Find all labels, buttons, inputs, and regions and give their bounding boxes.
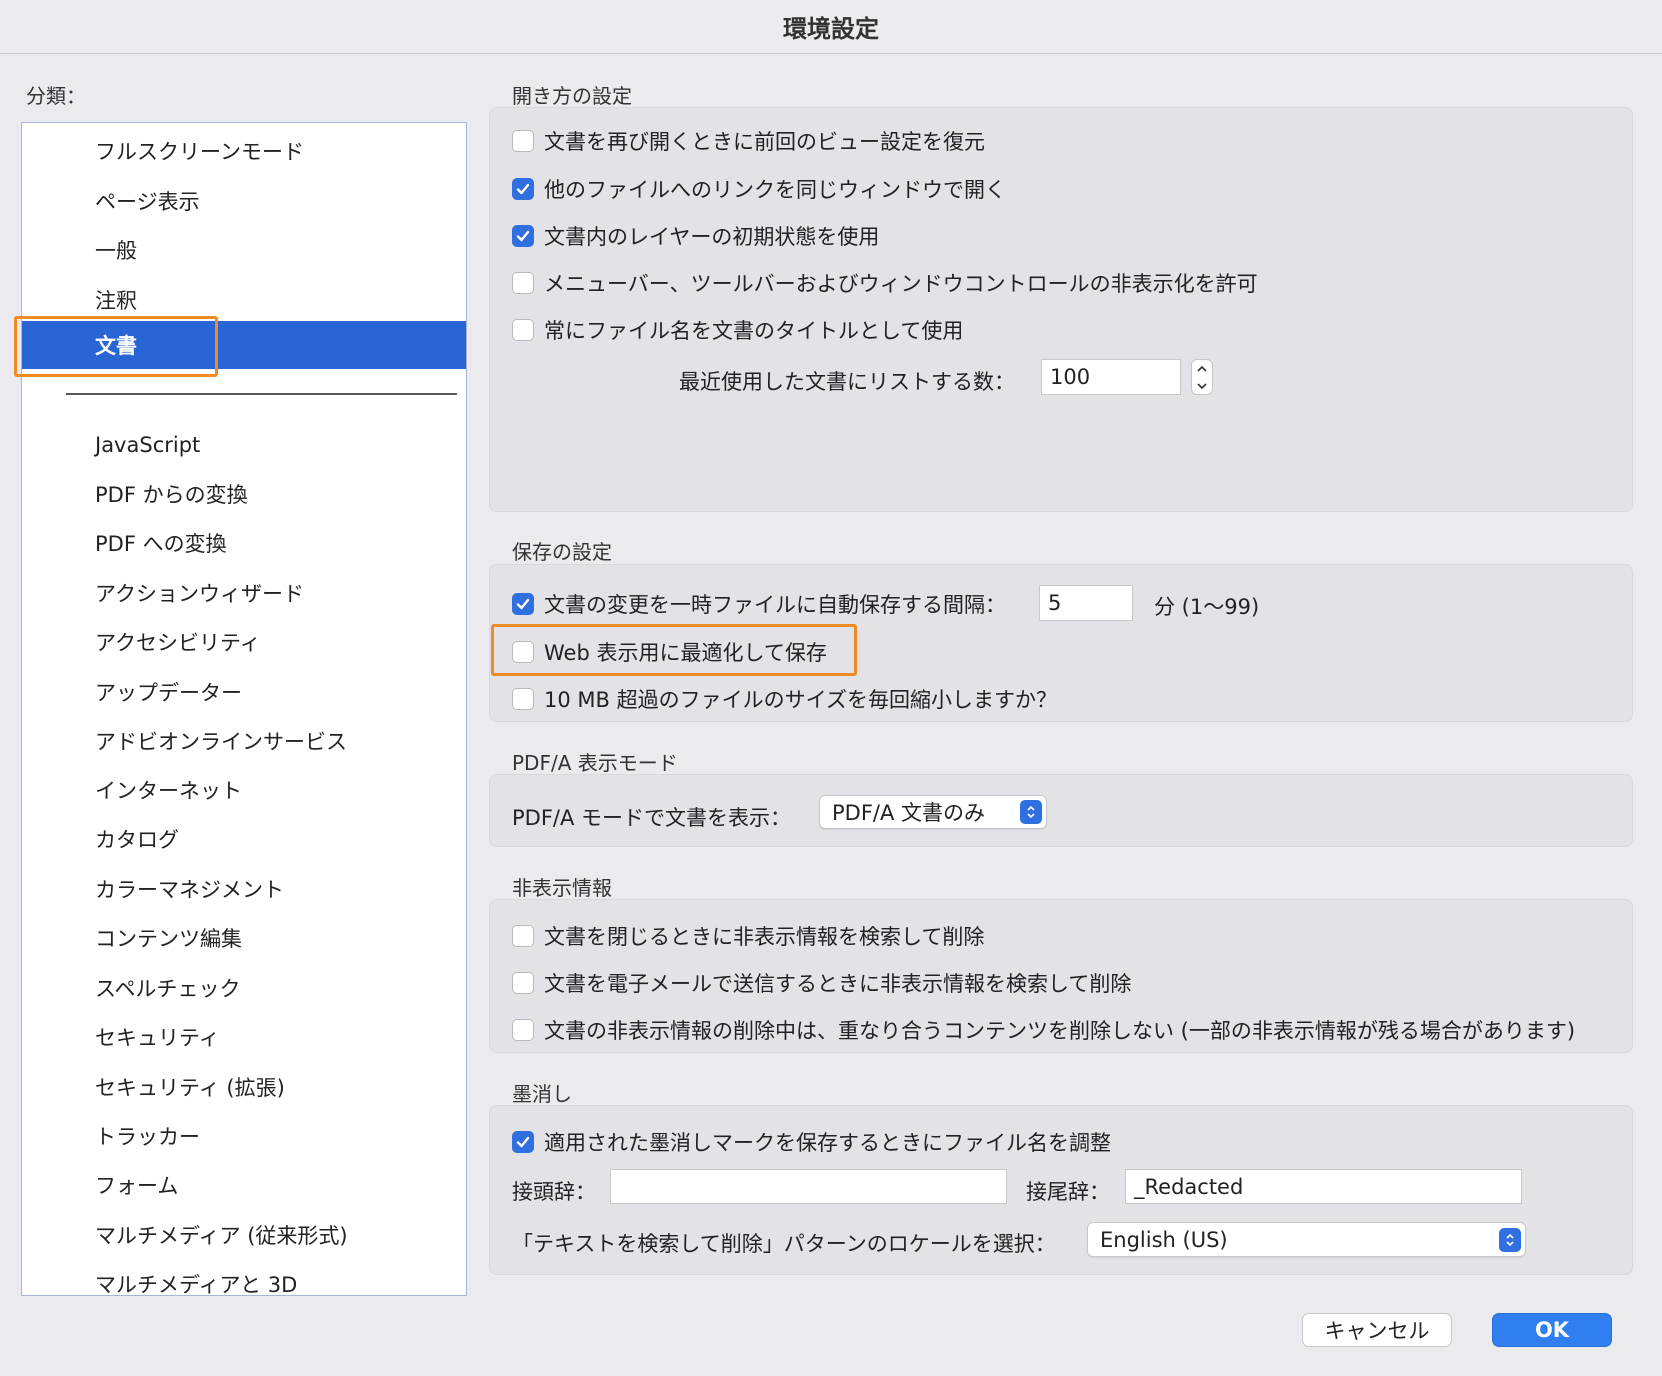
cancel-button[interactable]: キャンセル: [1302, 1313, 1452, 1347]
remove-on-close-label: 文書を閉じるときに非表示情報を検索して削除: [544, 925, 985, 949]
option-layer-initial-state[interactable]: 文書内のレイヤーの初期状態を使用: [512, 221, 879, 251]
hidden-info-title: 非表示情報: [512, 876, 612, 900]
sidebar-item-internet[interactable]: インターネット: [22, 766, 466, 814]
pdfa-mode-value: PDF/A 文書のみ: [832, 801, 986, 825]
adjust-filename-checkbox[interactable]: [512, 1131, 534, 1153]
stepper-down-icon[interactable]: [1196, 379, 1208, 393]
open-links-label: 他のファイルへのリンクを同じウィンドウで開く: [544, 178, 1006, 202]
adjust-filename-label: 適用された墨消しマークを保存するときにファイル名を調整: [544, 1131, 1111, 1155]
prefix-label: 接頭辞：: [512, 1180, 596, 1204]
sidebar-item-page-display[interactable]: ページ表示: [22, 177, 466, 225]
restore-view-label: 文書を再び開くときに前回のビュー設定を復元: [544, 130, 985, 154]
sidebar-separator: [66, 393, 457, 395]
sidebar-item-comments[interactable]: 注釈: [22, 276, 466, 324]
select-arrows-icon: [1020, 800, 1042, 824]
sidebar-item-spelling[interactable]: スペルチェック: [22, 964, 466, 1012]
hide-menubar-checkbox[interactable]: [512, 272, 534, 294]
sidebar-item-catalog[interactable]: カタログ: [22, 815, 466, 863]
window-title: 環境設定: [783, 15, 879, 43]
sidebar-item-multimedia-3d[interactable]: マルチメディアと 3D: [22, 1260, 466, 1295]
filename-title-checkbox[interactable]: [512, 319, 534, 341]
sidebar-item-documents[interactable]: 文書: [22, 321, 466, 369]
recent-docs-stepper[interactable]: [1191, 359, 1213, 395]
sidebar-item-color-management[interactable]: カラーマネジメント: [22, 865, 466, 913]
layer-state-label: 文書内のレイヤーの初期状態を使用: [544, 225, 880, 249]
locale-select-arrows-icon: [1499, 1227, 1521, 1252]
option-adjust-filename[interactable]: 適用された墨消しマークを保存するときにファイル名を調整: [512, 1127, 1111, 1157]
option-open-links-same-window[interactable]: 他のファイルへのリンクを同じウィンドウで開く: [512, 174, 1006, 204]
locale-label: 「テキストを検索して削除」パターンのロケールを選択：: [512, 1232, 1056, 1256]
remove-on-email-checkbox[interactable]: [512, 972, 534, 994]
option-restore-view[interactable]: 文書を再び開くときに前回のビュー設定を復元: [512, 126, 985, 156]
sidebar-item-convert-to-pdf[interactable]: PDF への変換: [22, 519, 466, 567]
web-optimize-checkbox[interactable]: [512, 641, 534, 663]
suffix-field[interactable]: _Redacted: [1125, 1169, 1522, 1204]
pdfa-mode-select[interactable]: PDF/A 文書のみ: [819, 795, 1047, 829]
locale-value: English (US): [1100, 1227, 1228, 1252]
option-remove-hidden-on-email[interactable]: 文書を電子メールで送信するときに非表示情報を検索して削除: [512, 968, 1131, 998]
sidebar-item-adobe-online[interactable]: アドビオンラインサービス: [22, 717, 466, 765]
keep-overlapping-checkbox[interactable]: [512, 1019, 534, 1041]
category-list[interactable]: フルスクリーンモード ページ表示 一般 注釈 文書 JavaScript PDF…: [21, 122, 467, 1296]
pdfa-title: PDF/A 表示モード: [512, 751, 678, 775]
option-allow-hide-menubar[interactable]: メニューバー、ツールバーおよびウィンドウコントロールの非表示化を許可: [512, 268, 1258, 298]
open-links-checkbox[interactable]: [512, 178, 534, 200]
locale-select[interactable]: English (US): [1087, 1222, 1526, 1257]
keep-overlapping-label: 文書の非表示情報の削除中は、重なり合うコンテンツを削除しない (一部の非表示情報…: [544, 1019, 1576, 1043]
option-remove-hidden-on-close[interactable]: 文書を閉じるときに非表示情報を検索して削除: [512, 921, 984, 951]
sidebar-item-forms[interactable]: フォーム: [22, 1161, 466, 1209]
sidebar-item-accessibility[interactable]: アクセシビリティ: [22, 618, 466, 666]
restore-view-checkbox[interactable]: [512, 130, 534, 152]
open-settings-title: 開き方の設定: [512, 84, 632, 108]
save-settings-title: 保存の設定: [512, 540, 612, 564]
sidebar-item-fullscreen[interactable]: フルスクリーンモード: [22, 127, 466, 175]
category-label: 分類：: [26, 84, 86, 108]
sidebar-item-security-enhanced[interactable]: セキュリティ (拡張): [22, 1063, 466, 1111]
web-optimize-label: Web 表示用に最適化して保存: [544, 641, 827, 665]
autosave-checkbox[interactable]: [512, 593, 534, 615]
pdfa-mode-label: PDF/A モードで文書を表示：: [512, 806, 792, 830]
remove-on-email-label: 文書を電子メールで送信するときに非表示情報を検索して削除: [544, 972, 1132, 996]
sidebar-item-tracker[interactable]: トラッカー: [22, 1112, 466, 1160]
layer-state-checkbox[interactable]: [512, 225, 534, 247]
suffix-label: 接尾辞：: [1026, 1180, 1110, 1204]
recent-docs-label: 最近使用した文書にリストする数：: [679, 370, 1015, 394]
sidebar-item-general[interactable]: 一般: [22, 226, 466, 274]
option-web-optimize[interactable]: Web 表示用に最適化して保存: [512, 637, 827, 667]
title-bar: 環境設定: [0, 0, 1662, 54]
sidebar-item-convert-from-pdf[interactable]: PDF からの変換: [22, 470, 466, 518]
open-settings-panel: [489, 107, 1633, 512]
option-reduce-size[interactable]: 10 MB 超過のファイルのサイズを毎回縮小しますか？: [512, 684, 1057, 714]
autosave-unit-label: 分 (1〜99): [1154, 595, 1260, 619]
sidebar-item-content-editing[interactable]: コンテンツ編集: [22, 914, 466, 962]
stepper-up-icon[interactable]: [1196, 362, 1208, 376]
remove-on-close-checkbox[interactable]: [512, 925, 534, 947]
option-autosave[interactable]: 文書の変更を一時ファイルに自動保存する間隔：: [512, 589, 1006, 619]
sidebar-item-multimedia-legacy[interactable]: マルチメディア (従来形式): [22, 1211, 466, 1259]
option-keep-overlapping[interactable]: 文書の非表示情報の削除中は、重なり合うコンテンツを削除しない (一部の非表示情報…: [512, 1015, 1575, 1045]
prefix-field[interactable]: [610, 1169, 1007, 1204]
hide-menubar-label: メニューバー、ツールバーおよびウィンドウコントロールの非表示化を許可: [544, 272, 1258, 296]
redaction-title: 墨消し: [512, 1082, 572, 1106]
sidebar-item-updater[interactable]: アップデーター: [22, 668, 466, 716]
sidebar-item-action-wizard[interactable]: アクションウィザード: [22, 569, 466, 617]
autosave-interval-field[interactable]: 5: [1039, 585, 1133, 621]
reduce-size-label: 10 MB 超過のファイルのサイズを毎回縮小しますか？: [544, 688, 1057, 712]
filename-title-label: 常にファイル名を文書のタイトルとして使用: [544, 319, 964, 343]
recent-docs-count-field[interactable]: 100: [1041, 359, 1181, 395]
reduce-size-checkbox[interactable]: [512, 688, 534, 710]
autosave-label: 文書の変更を一時ファイルに自動保存する間隔：: [544, 593, 1006, 617]
sidebar-item-security[interactable]: セキュリティ: [22, 1013, 466, 1061]
option-filename-as-title[interactable]: 常にファイル名を文書のタイトルとして使用: [512, 315, 963, 345]
sidebar-item-javascript[interactable]: JavaScript: [22, 421, 466, 469]
ok-button[interactable]: OK: [1492, 1313, 1612, 1347]
